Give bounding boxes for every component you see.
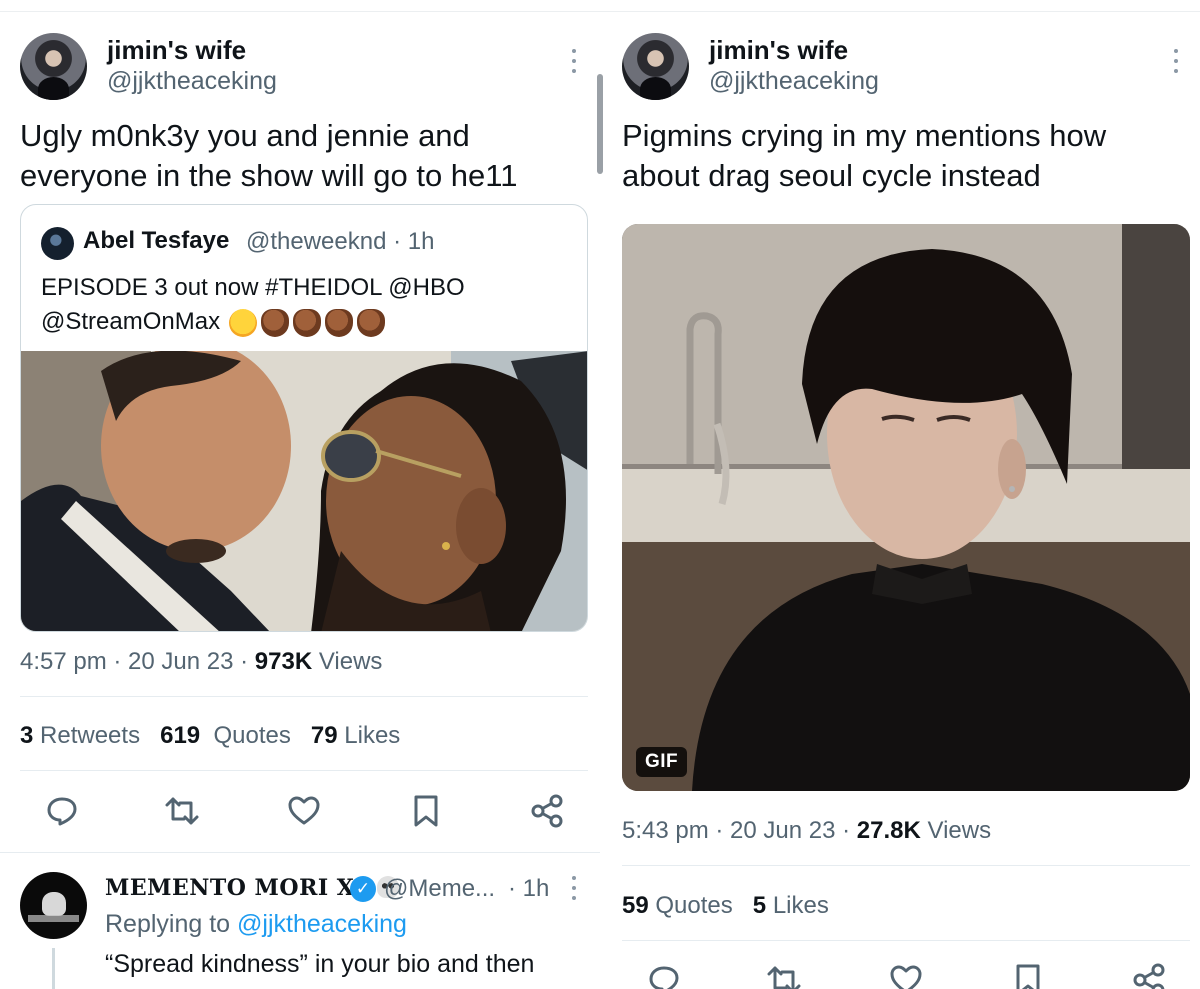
quoted-text-line-1: EPISODE 3 out now #THEIDOL @HBO [41,274,465,301]
stats-divider [622,940,1190,941]
tweet-text-line-1: Ugly m0nk3y you and jennie and [20,118,470,153]
like-icon[interactable] [286,793,322,829]
meta-divider [20,696,588,697]
quoted-tweet-photo[interactable] [21,351,587,631]
replying-to-line: Replying to @jjktheaceking [105,910,407,939]
reply-text: “Spread kindness” in your bio and then [105,950,535,978]
like-icon[interactable] [888,962,924,989]
reply-author-name-text: MEMENTO MORI XO [105,875,374,901]
likes-count: 79 [310,722,338,749]
replying-to-link[interactable]: @jjktheaceking [237,910,407,938]
quotes-stat[interactable]: 619 Quotes [160,722,291,749]
bookmark-icon[interactable] [1010,962,1046,989]
share-icon[interactable] [529,793,565,829]
left-screenshot-panel: jimin's wife @jjktheaceking Ugly m0nk3y … [0,0,600,989]
photo-illustration [21,351,587,631]
author-name[interactable]: jimin's wife [709,35,848,66]
tweet-text-line-1: Pigmins crying in my mentions how [622,118,1107,153]
quoted-author-handle-time: @theweeknd · 1h [246,228,435,255]
verified-badge-icon: ✓ [350,876,376,902]
thread-line [52,948,55,989]
quotes-label: Quotes [213,722,291,749]
views-label: Views [927,817,992,844]
likes-label: Likes [772,892,829,919]
gif-badge: GIF [636,747,688,777]
quoted-text-mention: @StreamOnMax [41,308,221,335]
author-handle[interactable]: @jjktheaceking [709,67,879,96]
clapping-hands-emoji [324,309,353,338]
likes-label: Likes [344,722,401,749]
author-name[interactable]: jimin's wife [107,35,246,66]
hand-over-mouth-emoji [228,309,257,338]
reply-more-options-icon[interactable] [570,876,578,900]
views-count: 973K [254,648,313,675]
quoted-text-line-2: @StreamOnMax [41,305,465,340]
views-label: Views [318,648,383,675]
more-options-icon[interactable] [570,49,578,73]
quotes-count: 59 [622,892,649,919]
tweet-timestamp-views: 5:43 pm · 20 Jun 23 · 27.8K Views [622,817,992,844]
stats-divider [20,770,588,771]
quoted-tweet-card[interactable]: Abel Tesfaye @theweeknd · 1h EPISODE 3 o… [20,204,588,632]
author-handle[interactable]: @jjktheaceking [107,67,277,96]
tweet-time: 5:43 pm [622,817,709,844]
reply-author-handle[interactable]: @Meme... [384,875,495,903]
tweet-text-line-2: everyone in the show will go to he11 [20,158,518,193]
quoted-tweet-text: EPISODE 3 out now #THEIDOL @HBO @StreamO… [41,271,465,340]
clapping-hands-emoji [292,309,321,338]
meta-divider [622,865,1190,866]
quotes-stat[interactable]: 59 Quotes [622,892,733,919]
quoted-author-avatar [41,227,74,260]
engagement-stats: 3 Retweets 619 Quotes 79 Likes [20,722,400,750]
more-options-icon[interactable] [1172,49,1180,73]
reply-author-avatar[interactable] [20,872,87,939]
views-count: 27.8K [856,817,921,844]
likes-count: 5 [752,892,767,919]
retweets-stat[interactable]: 3 Retweets [20,722,140,749]
emoji-row [228,306,389,340]
quoted-author-name: Abel Tesfaye [83,227,230,254]
replying-to-prefix: Replying to [105,910,231,938]
reply-icon[interactable] [44,793,80,829]
reply-divider [0,852,600,853]
retweet-icon[interactable] [164,793,200,829]
tweet-date: 20 Jun 23 [128,648,234,675]
engagement-stats: 59 Quotes 5 Likes [622,892,829,920]
author-avatar[interactable] [622,33,689,100]
gif-media[interactable]: GIF [622,224,1190,791]
tweet-time: 4:57 pm [20,648,107,675]
reply-icon[interactable] [646,962,682,989]
tweet-timestamp-views: 4:57 pm · 20 Jun 23 · 973K Views [20,648,383,675]
retweet-icon[interactable] [766,962,802,989]
tweet-date: 20 Jun 23 [730,817,836,844]
clapping-hands-emoji [260,309,289,338]
quotes-count: 619 [160,722,201,749]
reply-time: · 1h [508,875,550,902]
retweets-label: Retweets [40,722,141,749]
bookmark-icon[interactable] [408,793,444,829]
share-icon[interactable] [1131,962,1167,989]
gif-illustration [622,224,1190,791]
right-screenshot-panel: jimin's wife @jjktheaceking Pigmins cryi… [602,0,1200,989]
quotes-label: Quotes [655,892,733,919]
retweets-count: 3 [20,722,34,749]
tweet-text-line-2: about drag seoul cycle instead [622,158,1041,193]
likes-stat[interactable]: 5 Likes [753,892,829,919]
clapping-hands-emoji [356,309,385,338]
author-avatar[interactable] [20,33,87,100]
likes-stat[interactable]: 79 Likes [311,722,400,749]
